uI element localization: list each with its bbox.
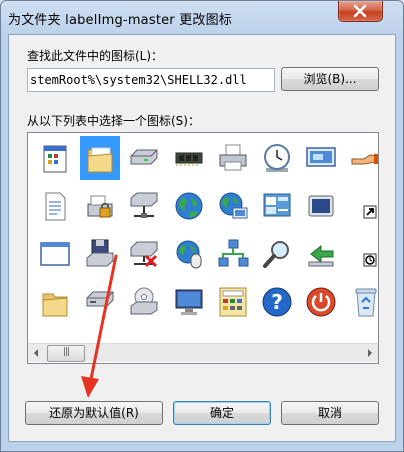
disconnected-drive-icon xyxy=(130,241,158,268)
icon-cell[interactable] xyxy=(169,280,209,324)
scroll-left-arrow[interactable] xyxy=(28,344,45,362)
scroll-thumb[interactable]: ||| xyxy=(47,345,85,362)
icon-list[interactable]: ? ||| xyxy=(27,132,379,364)
recycle-bin-icon xyxy=(355,288,377,317)
icon-cell[interactable] xyxy=(346,280,378,324)
icon-cell[interactable] xyxy=(124,184,164,228)
browse-button[interactable]: 浏览(B)... xyxy=(281,67,379,91)
scroll-thumb-grip: ||| xyxy=(62,347,70,357)
icon-cell[interactable] xyxy=(169,136,209,180)
icon-cell[interactable] xyxy=(213,232,253,276)
icon-cell[interactable] xyxy=(257,184,297,228)
cd-drive-icon xyxy=(130,287,158,315)
network-arrow-icon xyxy=(308,244,334,267)
icon-cell[interactable] xyxy=(35,136,75,180)
printer-lock-icon xyxy=(87,195,113,218)
cancel-button[interactable]: 取消 xyxy=(281,401,379,425)
drive-icon xyxy=(130,149,158,165)
icon-cell[interactable] xyxy=(257,136,297,180)
shortcut-arrow-icon xyxy=(363,205,377,219)
folder-icon-2 xyxy=(42,293,68,317)
icon-cell[interactable] xyxy=(257,232,297,276)
globe-mouse-icon xyxy=(176,240,202,269)
restore-default-button[interactable]: 还原为默认值(R) xyxy=(25,401,163,425)
network-icon xyxy=(218,239,249,267)
svg-text:?: ? xyxy=(271,290,283,314)
chevron-right-icon xyxy=(368,349,372,357)
icon-cell[interactable] xyxy=(169,184,209,228)
icon-cell[interactable] xyxy=(35,232,75,276)
icon-cell[interactable] xyxy=(80,280,120,324)
icon-cell[interactable] xyxy=(301,280,341,324)
icon-cell[interactable] xyxy=(213,280,253,324)
moon-icon xyxy=(308,195,334,217)
globe-icon xyxy=(175,192,203,220)
title-bar[interactable]: 为文件夹 labelImg-master 更改图标 xyxy=(0,0,404,36)
help-icon: ? xyxy=(262,287,292,317)
dialog-content: 查找此文件中的图标(L)： stemRoot%\system32\SHELL32… xyxy=(8,34,396,442)
document-icon xyxy=(45,192,66,221)
icon-cell[interactable] xyxy=(301,136,341,180)
shortcut-clock-icon xyxy=(363,253,377,267)
clock-icon xyxy=(264,144,290,172)
icon-cell[interactable] xyxy=(301,232,341,276)
icon-cell[interactable]: ? xyxy=(257,280,297,324)
magnifier-icon xyxy=(263,241,289,268)
network-drive-icon xyxy=(130,192,158,218)
monitor-icon xyxy=(175,289,203,315)
folder-icon xyxy=(87,147,113,173)
memory-chip-icon xyxy=(175,152,203,166)
icon-file-path-input[interactable]: stemRoot%\system32\SHELL32.dll xyxy=(27,68,275,92)
icon-cell[interactable] xyxy=(80,232,120,276)
hand-share-icon xyxy=(351,154,378,165)
icon-cell[interactable] xyxy=(346,184,378,228)
floppy-drive-icon xyxy=(86,239,114,267)
chevron-left-icon xyxy=(34,349,38,357)
icon-list-label: 从以下列表中选择一个图标(S)： xyxy=(27,114,200,128)
calculator-icon xyxy=(219,287,247,317)
icon-cell[interactable] xyxy=(35,184,75,228)
icon-cell[interactable] xyxy=(169,232,209,276)
scroll-right-arrow[interactable] xyxy=(361,344,378,362)
icon-cell[interactable] xyxy=(80,184,120,228)
printer-icon xyxy=(219,144,247,171)
window-document-icon xyxy=(43,145,67,173)
window-title: 为文件夹 labelImg-master 更改图标 xyxy=(8,13,232,28)
monitor-settings-icon xyxy=(306,147,336,167)
icon-cell[interactable] xyxy=(124,280,164,324)
drive-icon-2 xyxy=(86,291,114,307)
globe-network-icon xyxy=(219,192,248,219)
close-icon xyxy=(353,4,367,18)
power-icon xyxy=(306,287,336,317)
icon-cell[interactable] xyxy=(346,136,378,180)
icon-cell[interactable] xyxy=(124,232,164,276)
icon-cell[interactable] xyxy=(80,136,120,180)
ok-button[interactable]: 确定 xyxy=(173,401,271,425)
icon-file-path-value: stemRoot%\system32\SHELL32.dll xyxy=(30,73,247,87)
icon-cell[interactable] xyxy=(346,232,378,276)
icon-cell[interactable] xyxy=(301,184,341,228)
control-panel-icon xyxy=(263,193,291,217)
icon-cell[interactable] xyxy=(124,136,164,180)
blank-window-icon xyxy=(40,242,70,266)
find-in-file-label: 查找此文件中的图标(L)： xyxy=(27,49,164,63)
icon-cell[interactable] xyxy=(213,184,253,228)
icon-cell[interactable] xyxy=(213,136,253,180)
icon-cell[interactable] xyxy=(35,280,75,324)
horizontal-scrollbar[interactable]: ||| xyxy=(28,343,378,362)
close-button[interactable] xyxy=(338,1,383,22)
